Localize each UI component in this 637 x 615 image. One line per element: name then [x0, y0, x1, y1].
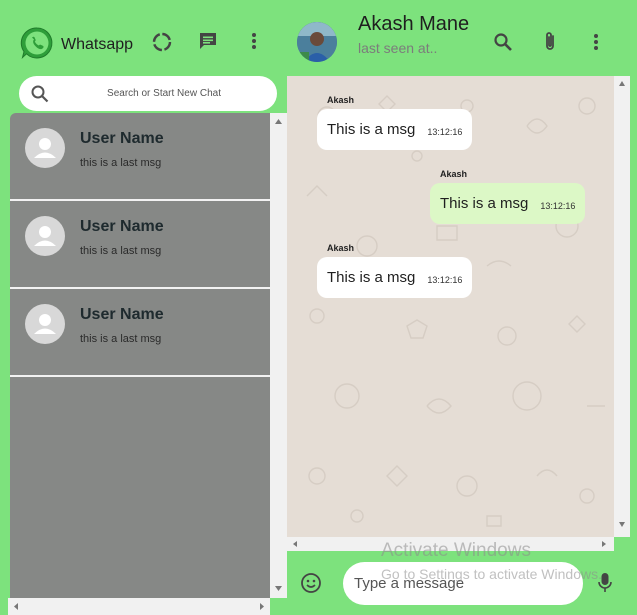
conversation-pane: Akash Mane last seen at.. Akash This is …: [287, 0, 630, 615]
hscrollbar-arrows: [293, 541, 606, 547]
menu-icon-glyph: [594, 34, 598, 50]
contact-avatar[interactable]: [297, 22, 337, 62]
new-chat-icon[interactable]: [196, 29, 220, 53]
user-avatar-icon: [25, 216, 65, 256]
menu-icon[interactable]: [242, 29, 266, 53]
attach-icon[interactable]: [538, 30, 562, 54]
chat-list: User Name this is a last msg User Name t…: [10, 113, 270, 598]
message-input-wrap: [343, 562, 583, 605]
chat-list-item[interactable]: User Name this is a last msg: [10, 113, 270, 201]
search-icon[interactable]: [491, 30, 515, 54]
user-avatar-icon: [25, 128, 65, 168]
message-input[interactable]: [354, 568, 574, 598]
search-icon-glyph: [494, 33, 512, 51]
message-area: Akash This is a msg 13:12:16 Akash This …: [287, 76, 614, 537]
status-icon-glyph: [152, 32, 172, 52]
chat-list-item[interactable]: User Name this is a last msg: [10, 201, 270, 289]
chat-user-name: User Name: [80, 130, 164, 147]
message-scrollbar[interactable]: [614, 76, 630, 537]
status-icon[interactable]: [150, 30, 174, 54]
whatsapp-logo: [20, 27, 53, 60]
chat-list-hscrollbar[interactable]: [8, 598, 270, 615]
scrollbar-arrows: [619, 81, 625, 527]
message-incoming: Akash This is a msg 13:12:16: [317, 243, 473, 298]
message-hscrollbar[interactable]: [287, 537, 614, 551]
left-header: Whatsapp: [8, 0, 287, 75]
app-title: Whatsapp: [61, 36, 134, 53]
app-window: Whatsapp Search or Start New Chat User N…: [0, 0, 637, 615]
message-time: 13:12:16: [427, 127, 463, 137]
chat-list-scrollbar[interactable]: [270, 113, 287, 598]
left-pane: Whatsapp Search or Start New Chat User N…: [8, 0, 287, 615]
user-avatar-icon: [25, 304, 65, 344]
menu-icon-glyph: [252, 33, 256, 49]
hscrollbar-arrows: [14, 603, 264, 610]
chat-user-name: User Name: [80, 218, 164, 235]
composer-bar: [287, 551, 630, 615]
search-input[interactable]: [59, 80, 269, 107]
message-bubble[interactable]: This is a msg 13:12:16: [430, 183, 586, 224]
message-sender: Akash: [327, 243, 355, 253]
message-bubble[interactable]: This is a msg 13:12:16: [317, 109, 473, 150]
chat-last-message: this is a last msg: [80, 333, 162, 345]
message-text: This is a msg: [327, 269, 416, 286]
conversation-header: Akash Mane last seen at..: [287, 0, 630, 76]
search-icon: [31, 85, 49, 103]
contact-name: Akash Mane: [358, 13, 470, 35]
message-text: This is a msg: [440, 195, 529, 212]
chat-list-item[interactable]: User Name this is a last msg: [10, 289, 270, 377]
search-bar: [19, 76, 277, 111]
message-time: 13:12:16: [427, 275, 463, 285]
chat-last-message: this is a last msg: [80, 245, 162, 257]
attach-icon-glyph: [546, 32, 554, 50]
message-bubble[interactable]: This is a msg 13:12:16: [317, 257, 473, 298]
new-chat-icon-glyph: [200, 33, 216, 49]
scrollbar-arrows: [275, 119, 282, 591]
message-outgoing: Akash This is a msg 13:12:16: [430, 169, 586, 224]
message-time: 13:12:16: [540, 201, 576, 211]
message-incoming: Akash This is a msg 13:12:16: [317, 95, 473, 150]
contact-status: last seen at..: [358, 40, 438, 56]
emoji-icon[interactable]: [300, 572, 322, 594]
message-sender: Akash: [327, 95, 355, 105]
chat-user-name: User Name: [80, 306, 164, 323]
mic-icon[interactable]: [595, 571, 615, 595]
message-text: This is a msg: [327, 121, 416, 138]
message-sender: Akash: [440, 169, 468, 179]
menu-icon[interactable]: [584, 30, 608, 54]
chat-last-message: this is a last msg: [80, 157, 162, 169]
